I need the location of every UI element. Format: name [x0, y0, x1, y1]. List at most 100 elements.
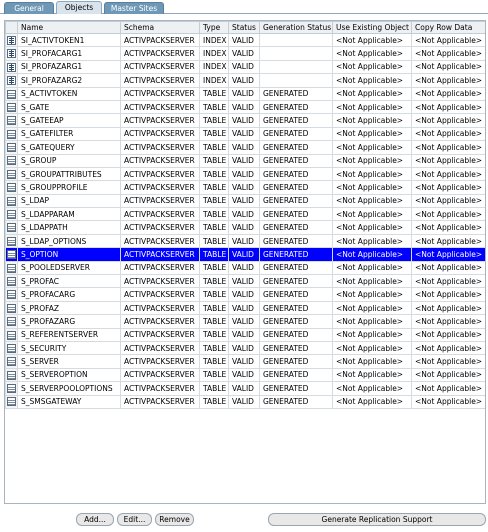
table-row[interactable]: SI_ACTIVTOKEN1 ACTIVPACKSERVER INDEX VALID <…: [5, 32, 485, 48]
table-row[interactable]: S_OPTION ACTIVPACKSERVER TABLE VALID GENERAT…: [5, 247, 485, 262]
table-row[interactable]: S_GROUPPROFILE ACTIVPACKSERVER TABLE VALID G…: [5, 180, 485, 195]
table-row[interactable]: S_PROFACARG ACTIVPACKSERVER TABLE VALID GENE…: [5, 287, 485, 302]
cell-type: TABLE: [199, 260, 229, 276]
table-row[interactable]: S_POOLEDSERVER ACTIVPACKSERVER TABLE VALID G…: [5, 260, 485, 276]
table-icon: [7, 276, 16, 286]
table-row[interactable]: S_SERVERPOOLOPTIONS ACTIVPACKSERVER TABLE V…: [5, 381, 485, 396]
cell-schema: ACTIVPACKSERVER: [120, 300, 200, 316]
cell-schema: ACTIVPACKSERVER: [120, 394, 200, 409]
table-row[interactable]: S_ACTIVTOKEN ACTIVPACKSERVER TABLE VALID GEN…: [5, 86, 485, 101]
table-icon: [7, 317, 16, 327]
table-row[interactable]: SI_PROFAZARG1 ACTIVPACKSERVER INDEX VALID <N…: [5, 59, 485, 75]
table-row[interactable]: S_LDAP ACTIVPACKSERVER TABLE VALID GENERATED…: [5, 193, 485, 209]
table-row[interactable]: SI_PROFAZARG2 ACTIVPACKSERVER INDEX VALID <N…: [5, 73, 485, 88]
cell-type: TABLE: [199, 180, 229, 195]
table-row[interactable]: S_PROFAZ ACTIVPACKSERVER TABLE VALID GENERAT…: [5, 300, 485, 316]
cell-type: INDEX: [199, 32, 229, 48]
generate-replication-support-button[interactable]: Generate Replication Support: [268, 513, 486, 526]
cell-status: VALID: [228, 32, 260, 48]
column-header-type[interactable]: Type: [199, 21, 229, 34]
table-icon: [7, 357, 16, 367]
cell-status: VALID: [228, 340, 260, 356]
column-header-schema[interactable]: Schema: [120, 21, 200, 34]
table-row[interactable]: S_LDAPPARAM ACTIVPACKSERVER TABLE VALID GENE…: [5, 207, 485, 222]
cell-schema: ACTIVPACKSERVER: [120, 233, 200, 249]
column-header-name[interactable]: Name: [17, 21, 121, 34]
table-row[interactable]: S_GROUP ACTIVPACKSERVER TABLE VALID GENERATE…: [5, 153, 485, 168]
cell-copy-row-data: <Not Applicable>: [411, 140, 485, 155]
cell-name: S_SECURITY: [17, 340, 121, 356]
column-header-use-existing-object[interactable]: Use Existing Object: [332, 21, 412, 34]
cell-status: VALID: [228, 394, 260, 409]
column-header-copy-row-data[interactable]: Copy Row Data: [411, 21, 485, 34]
table-row[interactable]: S_LDAP_OPTIONS ACTIVPACKSERVER TABLE VALID G…: [5, 233, 485, 249]
cell-generation-status: GENERATED: [259, 287, 333, 302]
cell-name: S_GATEQUERY: [17, 140, 121, 155]
cell-generation-status: GENERATED: [259, 314, 333, 329]
cell-status: VALID: [228, 153, 260, 168]
table-row[interactable]: S_GROUPATTRIBUTES ACTIVPACKSERVER TABLE VAL…: [5, 166, 485, 182]
cell-status: VALID: [228, 327, 260, 342]
index-icon: [7, 49, 16, 59]
column-header-status[interactable]: Status: [228, 21, 260, 34]
cell-generation-status: GENERATED: [259, 193, 333, 209]
cell-use-existing-object: <Not Applicable>: [332, 300, 412, 316]
cell-object-icon: [5, 381, 18, 396]
cell-schema: ACTIVPACKSERVER: [120, 32, 200, 48]
table-row[interactable]: S_SERVER ACTIVPACKSERVER TABLE VALID GENERAT…: [5, 354, 485, 369]
cell-object-icon: [5, 327, 18, 342]
cell-copy-row-data: <Not Applicable>: [411, 300, 485, 316]
table-row[interactable]: S_REFERENTSERVER ACTIVPACKSERVER TABLE VALI…: [5, 327, 485, 342]
table-row[interactable]: S_GATE ACTIVPACKSERVER TABLE VALID GENERATED…: [5, 99, 485, 115]
table-row[interactable]: S_PROFAZARG ACTIVPACKSERVER TABLE VALID GENE…: [5, 314, 485, 329]
cell-schema: ACTIVPACKSERVER: [120, 220, 200, 235]
table-icon: [7, 303, 16, 313]
cell-generation-status: GENERATED: [259, 153, 333, 168]
cell-generation-status: GENERATED: [259, 394, 333, 409]
add-button[interactable]: Add...: [76, 513, 114, 526]
cell-object-icon: [5, 220, 18, 235]
cell-object-icon: [5, 300, 18, 316]
cell-use-existing-object: <Not Applicable>: [332, 59, 412, 75]
table-row[interactable]: S_SECURITY ACTIVPACKSERVER TABLE VALID GENER…: [5, 340, 485, 356]
tab-general[interactable]: General: [4, 2, 54, 14]
cell-name: S_POOLEDSERVER: [17, 260, 121, 276]
edit-button[interactable]: Edit...: [117, 513, 152, 526]
cell-object-icon: [5, 113, 18, 128]
cell-schema: ACTIVPACKSERVER: [120, 354, 200, 369]
tab-master-sites[interactable]: Master Sites: [104, 2, 164, 14]
cell-schema: ACTIVPACKSERVER: [120, 113, 200, 128]
table-row[interactable]: S_GATEEAP ACTIVPACKSERVER TABLE VALID GENERA…: [5, 113, 485, 128]
cell-object-icon: [5, 126, 18, 142]
table-row[interactable]: S_GATEFILTER ACTIVPACKSERVER TABLE VALID GEN…: [5, 126, 485, 142]
cell-copy-row-data: <Not Applicable>: [411, 32, 485, 48]
table-row[interactable]: SI_PROFACARG1 ACTIVPACKSERVER INDEX VALID <N…: [5, 46, 485, 61]
cell-use-existing-object: <Not Applicable>: [332, 73, 412, 88]
cell-schema: ACTIVPACKSERVER: [120, 153, 200, 168]
cell-status: VALID: [228, 274, 260, 289]
table-row[interactable]: S_SMSGATEWAY ACTIVPACKSERVER TABLE VALID GEN…: [5, 394, 485, 409]
table-row[interactable]: S_SERVEROPTION ACTIVPACKSERVER TABLE VALID G…: [5, 367, 485, 383]
cell-generation-status: GENERATED: [259, 126, 333, 142]
cell-copy-row-data: <Not Applicable>: [411, 381, 485, 396]
cell-name: S_PROFAZ: [17, 300, 121, 316]
cell-name: S_GROUPATTRIBUTES: [17, 166, 121, 182]
cell-generation-status: GENERATED: [259, 86, 333, 101]
cell-copy-row-data: <Not Applicable>: [411, 327, 485, 342]
table-row[interactable]: S_PROFAC ACTIVPACKSERVER TABLE VALID GENERAT…: [5, 274, 485, 289]
cell-object-icon: [5, 140, 18, 155]
cell-type: TABLE: [199, 340, 229, 356]
cell-name: SI_ACTIVTOKEN1: [17, 32, 121, 48]
cell-name: S_LDAPPATH: [17, 220, 121, 235]
table-row[interactable]: S_GATEQUERY ACTIVPACKSERVER TABLE VALID GENE…: [5, 140, 485, 155]
remove-button[interactable]: Remove: [155, 513, 194, 526]
column-header-generation-status[interactable]: Generation Status: [259, 21, 333, 34]
table-row[interactable]: S_LDAPPATH ACTIVPACKSERVER TABLE VALID GENER…: [5, 220, 485, 235]
cell-name: S_PROFAC: [17, 274, 121, 289]
cell-type: INDEX: [199, 59, 229, 75]
table-icon: [7, 370, 16, 380]
table-icon: [7, 210, 16, 220]
cell-generation-status: GENERATED: [259, 274, 333, 289]
tab-objects[interactable]: Objects: [56, 1, 102, 14]
cell-type: TABLE: [199, 354, 229, 369]
